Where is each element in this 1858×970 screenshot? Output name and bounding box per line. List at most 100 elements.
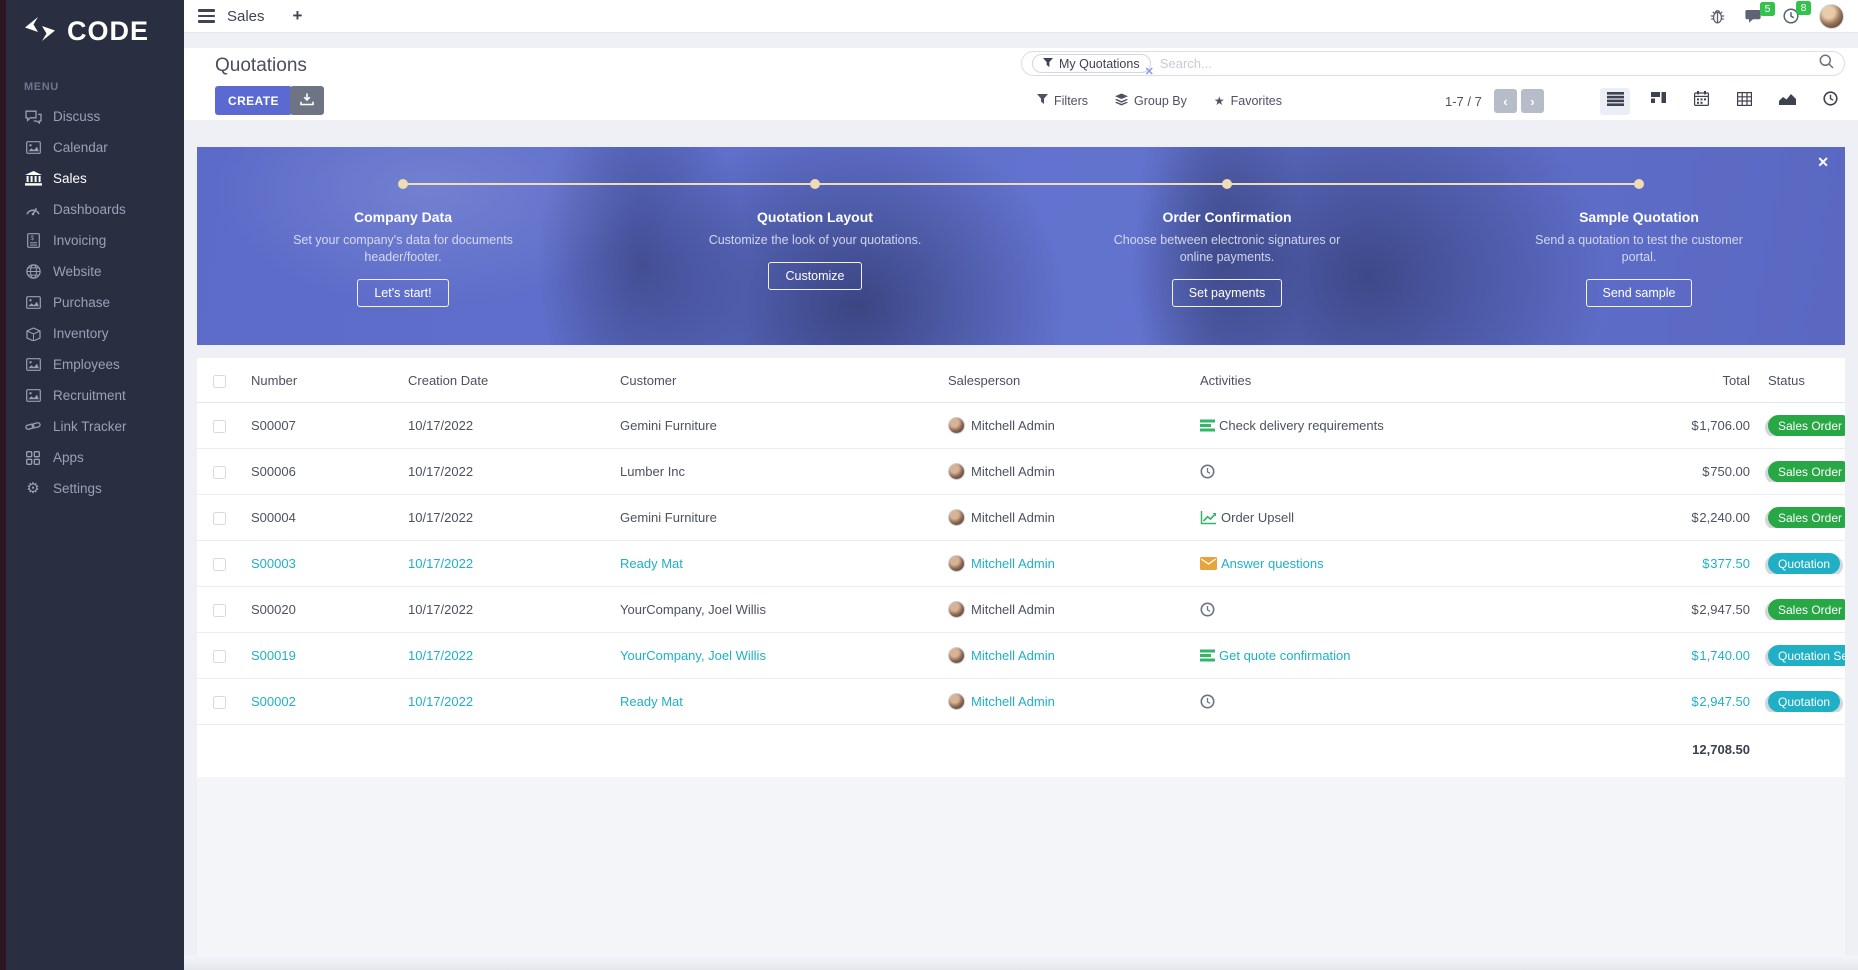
row-checkbox[interactable]	[213, 696, 226, 709]
row-checkbox[interactable]	[213, 604, 226, 617]
sidebar-item-invoicing[interactable]: $Invoicing	[6, 225, 184, 256]
view-switch-activity[interactable]	[1815, 88, 1845, 115]
row-select-cell[interactable]	[197, 694, 251, 709]
amount-value: 1,706.00	[1699, 418, 1750, 433]
sidebar-item-dashboards[interactable]: Dashboards	[6, 194, 184, 225]
column-header-salesperson[interactable]: Salesperson	[948, 373, 1200, 388]
sidebar-item-label: Employees	[53, 357, 120, 372]
sidebar-item-calendar[interactable]: Calendar	[6, 132, 184, 163]
search-icon[interactable]	[1819, 54, 1834, 74]
search-facet-my-quotations[interactable]: My Quotations	[1032, 54, 1151, 73]
current-app-name[interactable]: Sales	[227, 8, 265, 25]
status-cell: Quotation	[1750, 691, 1845, 712]
search-bar[interactable]: My Quotations ✕	[1021, 51, 1845, 76]
group-by-dropdown[interactable]: Group By	[1115, 93, 1187, 109]
select-all-checkbox[interactable]	[213, 375, 226, 388]
sidebar-item-inventory[interactable]: Inventory	[6, 318, 184, 349]
activity-cell[interactable]	[1200, 464, 1660, 479]
pager-previous-button[interactable]: ‹	[1494, 89, 1517, 113]
activity-cell[interactable]: Check delivery requirements	[1200, 418, 1660, 433]
column-header-total[interactable]: Total	[1660, 373, 1750, 388]
table-row[interactable]: S0000210/17/2022Ready MatMitchell Admin$…	[197, 679, 1845, 725]
table-row[interactable]: S0000410/17/2022Gemini FurnitureMitchell…	[197, 495, 1845, 541]
view-switch-list[interactable]	[1600, 88, 1630, 115]
row-checkbox[interactable]	[213, 466, 226, 479]
row-checkbox[interactable]	[213, 420, 226, 433]
activity-cell[interactable]: Order Upsell	[1200, 510, 1660, 525]
lets-start-button[interactable]: Let's start!	[357, 279, 448, 307]
row-select-cell[interactable]	[197, 648, 251, 663]
favorites-dropdown[interactable]: ★ Favorites	[1214, 93, 1282, 109]
column-header-number[interactable]: Number	[251, 373, 408, 388]
sidebar-item-discuss[interactable]: Discuss	[6, 101, 184, 132]
view-switch-pivot[interactable]	[1729, 88, 1759, 115]
messages-icon[interactable]: 5	[1745, 9, 1763, 24]
apps-icon	[24, 451, 42, 465]
clock-icon[interactable]	[1200, 602, 1215, 617]
search-input[interactable]	[1160, 56, 1819, 71]
export-button[interactable]	[290, 86, 324, 115]
debug-bug-icon[interactable]	[1710, 8, 1725, 24]
set-payments-button[interactable]: Set payments	[1172, 279, 1282, 307]
amount-value: 2,947.50	[1699, 602, 1750, 617]
chart-icon[interactable]	[1200, 511, 1217, 525]
facet-remove-icon[interactable]: ✕	[1145, 65, 1154, 78]
view-switch-kanban[interactable]	[1643, 88, 1673, 115]
column-header-customer[interactable]: Customer	[620, 373, 948, 388]
table-row[interactable]: S0000710/17/2022Gemini FurnitureMitchell…	[197, 403, 1845, 449]
salesperson-cell: Mitchell Admin	[948, 463, 1200, 480]
row-checkbox[interactable]	[213, 558, 226, 571]
column-header-creation-date[interactable]: Creation Date	[408, 373, 620, 388]
clock-icon[interactable]	[1200, 464, 1215, 479]
view-switch-graph[interactable]	[1772, 88, 1802, 115]
sidebar-item-sales[interactable]: Sales	[6, 163, 184, 194]
table-row[interactable]: S0002010/17/2022YourCompany, Joel Willis…	[197, 587, 1845, 633]
send-sample-button[interactable]: Send sample	[1586, 279, 1693, 307]
salesperson-cell: Mitchell Admin	[948, 417, 1200, 434]
creation-date: 10/17/2022	[408, 648, 620, 663]
total-amount: $1,740.00	[1660, 648, 1750, 663]
sidebar-item-apps[interactable]: Apps	[6, 442, 184, 473]
quotation-number: S00002	[251, 694, 408, 709]
row-select-cell[interactable]	[197, 556, 251, 571]
row-select-cell[interactable]	[197, 510, 251, 525]
pager-next-button[interactable]: ›	[1521, 89, 1544, 113]
step-description: Choose between electronic signatures or …	[1112, 232, 1342, 266]
table-row[interactable]: S0000310/17/2022Ready MatMitchell AdminA…	[197, 541, 1845, 587]
select-all-cell[interactable]	[197, 372, 251, 387]
status-cell: Sales Order	[1750, 461, 1845, 482]
activities-clock-icon[interactable]: 8	[1783, 8, 1799, 24]
filters-dropdown[interactable]: Filters	[1037, 93, 1088, 109]
create-button[interactable]: CREATE	[215, 86, 292, 115]
activity-cell[interactable]: Get quote confirmation	[1200, 648, 1660, 663]
table-row[interactable]: S0001910/17/2022YourCompany, Joel Willis…	[197, 633, 1845, 679]
view-switch-calendar[interactable]	[1686, 88, 1716, 115]
sidebar-item-purchase[interactable]: Purchase	[6, 287, 184, 318]
sidebar-item-recruitment[interactable]: Recruitment	[6, 380, 184, 411]
user-avatar[interactable]	[1819, 4, 1844, 29]
activity-cell[interactable]	[1200, 602, 1660, 617]
activity-cell[interactable]	[1200, 694, 1660, 709]
sidebar-item-employees[interactable]: Employees	[6, 349, 184, 380]
sidebar-item-settings[interactable]: ⚙Settings	[6, 473, 184, 504]
content-background	[197, 777, 1845, 956]
tasks-icon[interactable]	[1200, 419, 1215, 432]
clock-icon[interactable]	[1200, 694, 1215, 709]
sidebar-item-link-tracker[interactable]: Link Tracker	[6, 411, 184, 442]
row-checkbox[interactable]	[213, 650, 226, 663]
row-select-cell[interactable]	[197, 464, 251, 479]
salesperson-name: Mitchell Admin	[971, 464, 1055, 479]
customize-button[interactable]: Customize	[768, 262, 861, 290]
hamburger-menu-icon[interactable]	[198, 9, 215, 23]
sidebar-item-website[interactable]: Website	[6, 256, 184, 287]
activity-cell[interactable]: Answer questions	[1200, 556, 1660, 571]
row-select-cell[interactable]	[197, 418, 251, 433]
row-select-cell[interactable]	[197, 602, 251, 617]
tasks-icon[interactable]	[1200, 649, 1215, 662]
new-tab-icon[interactable]: +	[293, 6, 303, 26]
row-checkbox[interactable]	[213, 512, 226, 525]
column-header-status[interactable]: Status	[1750, 373, 1845, 388]
envelope-icon[interactable]	[1200, 557, 1217, 570]
column-header-activities[interactable]: Activities	[1200, 373, 1660, 388]
table-row[interactable]: S0000610/17/2022Lumber IncMitchell Admin…	[197, 449, 1845, 495]
